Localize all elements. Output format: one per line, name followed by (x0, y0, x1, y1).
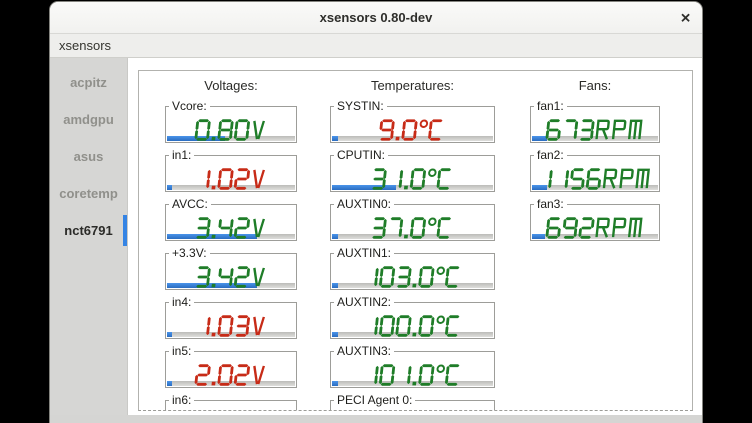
sensor-auxtin0: AUXTIN0: (330, 197, 495, 241)
sensor-vcore: Vcore: (165, 99, 297, 143)
sensor-in1: in1: (165, 148, 297, 192)
sensor-value (332, 168, 493, 190)
sensor-label: fan3: (534, 197, 567, 211)
xsensors-window: xsensors 0.80-dev ✕ xsensors acpitz amdgp… (50, 2, 702, 423)
sensor-scroll-area[interactable]: Voltages: Vcore: in1: AVCC: (138, 70, 693, 411)
column-header: Fans: (530, 78, 660, 93)
sensor-value (167, 217, 295, 239)
sensor-in4: in4: (165, 295, 297, 339)
sensor-cputin: CPUTIN: (330, 148, 495, 192)
sensor-fan1: fan1: (530, 99, 660, 143)
sidebar-item-label: asus (74, 149, 104, 164)
sensor-label: CPUTIN: (334, 148, 388, 162)
selected-indicator (123, 215, 127, 246)
close-icon[interactable]: ✕ (680, 11, 691, 24)
sidebar-item-asus[interactable]: asus (50, 138, 127, 175)
tab-xsensors[interactable]: xsensors (59, 38, 111, 53)
sidebar-item-amdgpu[interactable]: amdgpu (50, 101, 127, 138)
window-body: acpitz amdgpu asus coretemp nct6791 Voltages… (50, 58, 702, 415)
sensor-label: AUXTIN1: (334, 246, 394, 260)
sensor-panel: Voltages: Vcore: in1: AVCC: (128, 58, 702, 415)
sensor-value (167, 364, 295, 386)
sensor-label: fan1: (534, 99, 567, 113)
sensor-label: AUXTIN0: (334, 197, 394, 211)
sensor-avcc: AVCC: (165, 197, 297, 241)
column-fans: Fans: fan1: fan2: fan3: (530, 71, 660, 246)
sensor-value (332, 315, 493, 337)
sensor-label: fan2: (534, 148, 567, 162)
sensor-label: AUXTIN3: (334, 344, 394, 358)
column-header: Voltages: (165, 78, 297, 93)
window-title: xsensors 0.80-dev (320, 10, 433, 25)
sensor-in6: in6: (165, 393, 297, 411)
chip-sidebar: acpitz amdgpu asus coretemp nct6791 (50, 58, 128, 415)
sensor-value (332, 217, 493, 239)
titlebar[interactable]: xsensors 0.80-dev ✕ (50, 2, 702, 34)
sensor-label: in4: (169, 295, 194, 309)
sensor-in5: in5: (165, 344, 297, 388)
sensor-label: SYSTIN: (334, 99, 387, 113)
window-bottom-margin (50, 415, 702, 423)
column-voltages: Voltages: Vcore: in1: AVCC: (165, 71, 297, 411)
sensor-label: in6: (169, 393, 194, 407)
sensor-label: in1: (169, 148, 194, 162)
sensor-label: AVCC: (169, 197, 211, 211)
sensor-fan3: fan3: (530, 197, 660, 241)
sensor-value (532, 217, 658, 239)
sensor-auxtin2: AUXTIN2: (330, 295, 495, 339)
sensor-auxtin3: AUXTIN3: (330, 344, 495, 388)
sensor-value (167, 266, 295, 288)
sidebar-item-label: acpitz (70, 75, 107, 90)
sensor-auxtin1: AUXTIN1: (330, 246, 495, 290)
sidebar-item-label: amdgpu (63, 112, 114, 127)
sensor-label: PECI Agent 0: (334, 393, 415, 407)
sensor-label: in5: (169, 344, 194, 358)
column-header: Temperatures: (330, 78, 495, 93)
sensor-fan2: fan2: (530, 148, 660, 192)
sidebar-item-coretemp[interactable]: coretemp (50, 175, 127, 212)
sensor-value (332, 266, 493, 288)
column-temperatures: Temperatures: SYSTIN: CPUTIN: AUXTIN0: (330, 71, 495, 411)
sensor-label: +3.3V: (169, 246, 210, 260)
sidebar-item-nct6791[interactable]: nct6791 (50, 212, 127, 249)
sensor-value (167, 168, 295, 190)
sensor-systin: SYSTIN: (330, 99, 495, 143)
sensor-label: Vcore: (169, 99, 210, 113)
sensor-label: AUXTIN2: (334, 295, 394, 309)
sensor-value (532, 119, 658, 141)
sidebar-item-label: nct6791 (64, 223, 112, 238)
sensor-value (332, 364, 493, 386)
sidebar-item-label: coretemp (59, 186, 118, 201)
sensor-value (167, 315, 295, 337)
sensor-value (332, 119, 493, 141)
sidebar-item-acpitz[interactable]: acpitz (50, 64, 127, 101)
sensor-peci-agent-0: PECI Agent 0: (330, 393, 495, 411)
tab-bar: xsensors (50, 34, 702, 58)
sensor-value (167, 119, 295, 141)
sensor-value (532, 168, 658, 190)
sensor-3-3v: +3.3V: (165, 246, 297, 290)
